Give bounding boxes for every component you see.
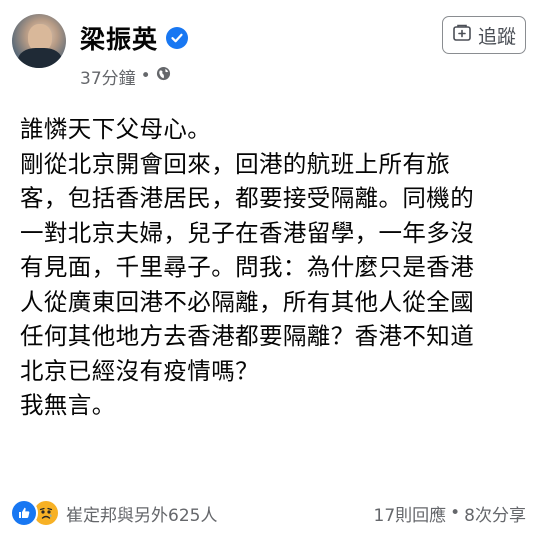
- globe-icon: [156, 66, 171, 86]
- post-line: 北京已經沒有疫情嗎？: [20, 356, 259, 385]
- post-line: 有見面，千里尋子。問我：為什麼只是香港: [20, 253, 475, 281]
- profile-avatar[interactable]: [12, 14, 66, 68]
- follow-icon: [452, 23, 472, 48]
- like-icon: [10, 499, 38, 527]
- follow-label: 追蹤: [477, 25, 516, 48]
- author-name[interactable]: 梁振英: [80, 20, 158, 56]
- post-meta: 37分鐘 •: [80, 62, 171, 90]
- post-line: 客，包括香港居民，都要接受隔離。同機的: [20, 184, 475, 212]
- post-line: 我無言。: [20, 391, 116, 419]
- comments-count[interactable]: 17則回應: [374, 501, 447, 526]
- post-body: 誰憐天下父母心。 剛從北京開會回來，回港的航班上所有旅 客，包括香港居民，都要接…: [20, 112, 530, 423]
- post-line: 人從廣東回港不必隔離，所有其他人從全國: [20, 287, 475, 316]
- meta-separator: •: [140, 66, 151, 86]
- reactions-text: 崔定邦與另外625人: [66, 505, 218, 526]
- post-footer: 崔定邦與另外625人 17則回應 • 8次分享: [0, 498, 540, 528]
- reaction-summary[interactable]: 崔定邦與另外625人: [10, 498, 217, 528]
- stats-separator: •: [450, 503, 461, 523]
- follow-button[interactable]: 追蹤: [442, 16, 526, 54]
- engagement-stats: 17則回應 • 8次分享: [374, 498, 527, 528]
- shares-count[interactable]: 8次分享: [464, 501, 526, 526]
- post-time[interactable]: 37分鐘: [80, 64, 136, 89]
- post-header: 梁振英 37分鐘 • 追蹤: [0, 0, 540, 100]
- post-line: 剛從北京開會回來，回港的航班上所有旅: [20, 149, 451, 178]
- post-line: 誰憐天下父母心。: [20, 115, 212, 143]
- post-line: 任何其他地方去香港都要隔離？香港不知道: [20, 322, 475, 350]
- avatar-suit: [18, 48, 62, 68]
- post-line: 一對北京夫婦，兒子在香港留學，一年多沒: [20, 218, 475, 247]
- verified-badge-icon: [166, 27, 189, 49]
- author-row: 梁振英: [80, 20, 189, 56]
